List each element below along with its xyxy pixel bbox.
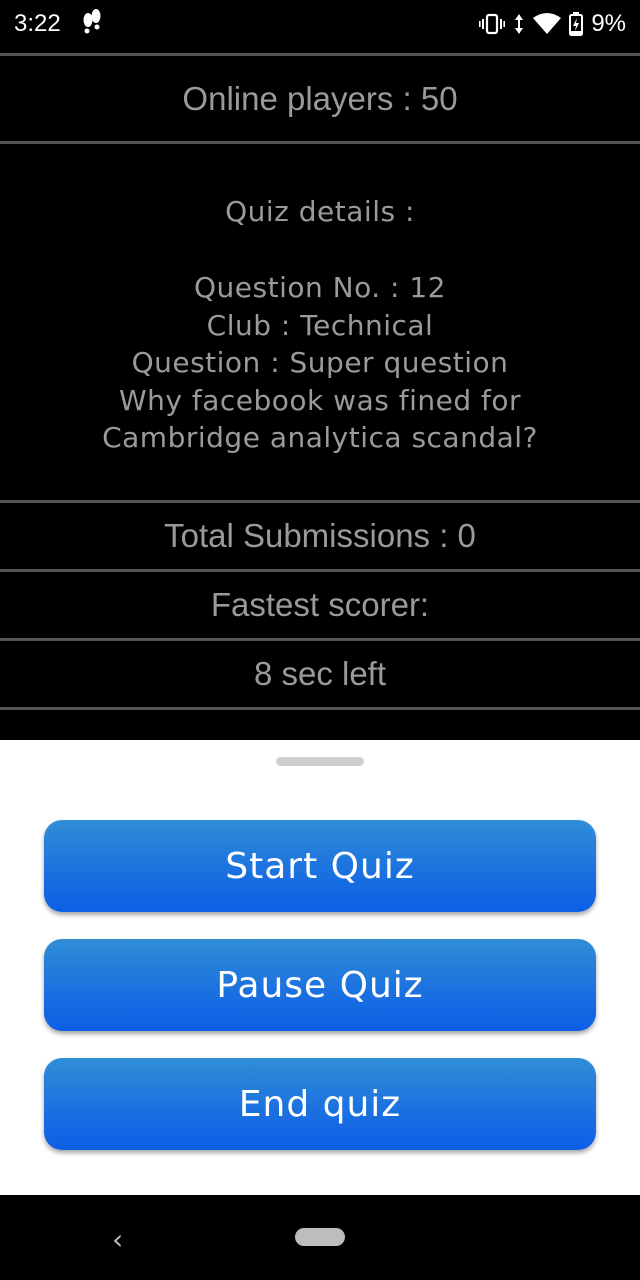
- quiz-dashboard: Online players : 50 Quiz details : Quest…: [0, 48, 640, 740]
- quiz-details-heading: Quiz details :: [225, 195, 415, 228]
- status-left: 3:22: [14, 8, 103, 41]
- back-icon[interactable]: ‹: [112, 1223, 123, 1256]
- footprints-icon: [81, 8, 103, 41]
- club: Club : Technical: [206, 308, 434, 342]
- vibrate-icon: [479, 13, 506, 35]
- question-text-line2: Cambridge analytica scandal?: [102, 421, 538, 454]
- question-title: Question : Super question: [131, 346, 509, 379]
- divider: [0, 707, 640, 710]
- end-quiz-button[interactable]: End quiz: [44, 1058, 596, 1150]
- time-left: 8 sec left: [253, 655, 387, 692]
- bottom-sheet: Start Quiz Pause Quiz End quiz: [0, 740, 640, 1195]
- question-text-line1: Why facebook was fined for: [118, 383, 522, 417]
- total-submissions: Total Submissions : 0: [164, 517, 476, 554]
- status-bar: 3:22 9%: [0, 0, 640, 48]
- navigation-bar: ‹: [0, 1195, 640, 1280]
- online-players: Online players : 50: [182, 79, 458, 117]
- home-pill-icon[interactable]: [295, 1228, 345, 1246]
- status-right: 9%: [479, 10, 626, 38]
- sheet-drag-handle[interactable]: [276, 757, 364, 766]
- quiz-details: Quiz details : Question No. : 12 Club : …: [0, 144, 640, 500]
- start-quiz-button[interactable]: Start Quiz: [44, 820, 596, 912]
- clock: 3:22: [14, 10, 61, 37]
- pause-quiz-button[interactable]: Pause Quiz: [44, 939, 596, 1031]
- data-arrows-icon: [513, 13, 525, 35]
- battery-percent: 9%: [591, 10, 626, 37]
- fastest-scorer: Fastest scorer:: [210, 586, 430, 623]
- wifi-icon: [533, 13, 562, 35]
- quiz-details-body: Question No. : 12 Club : Technical Quest…: [102, 269, 538, 457]
- battery-charging-icon: [569, 12, 584, 36]
- question-number: Question No. : 12: [194, 271, 446, 304]
